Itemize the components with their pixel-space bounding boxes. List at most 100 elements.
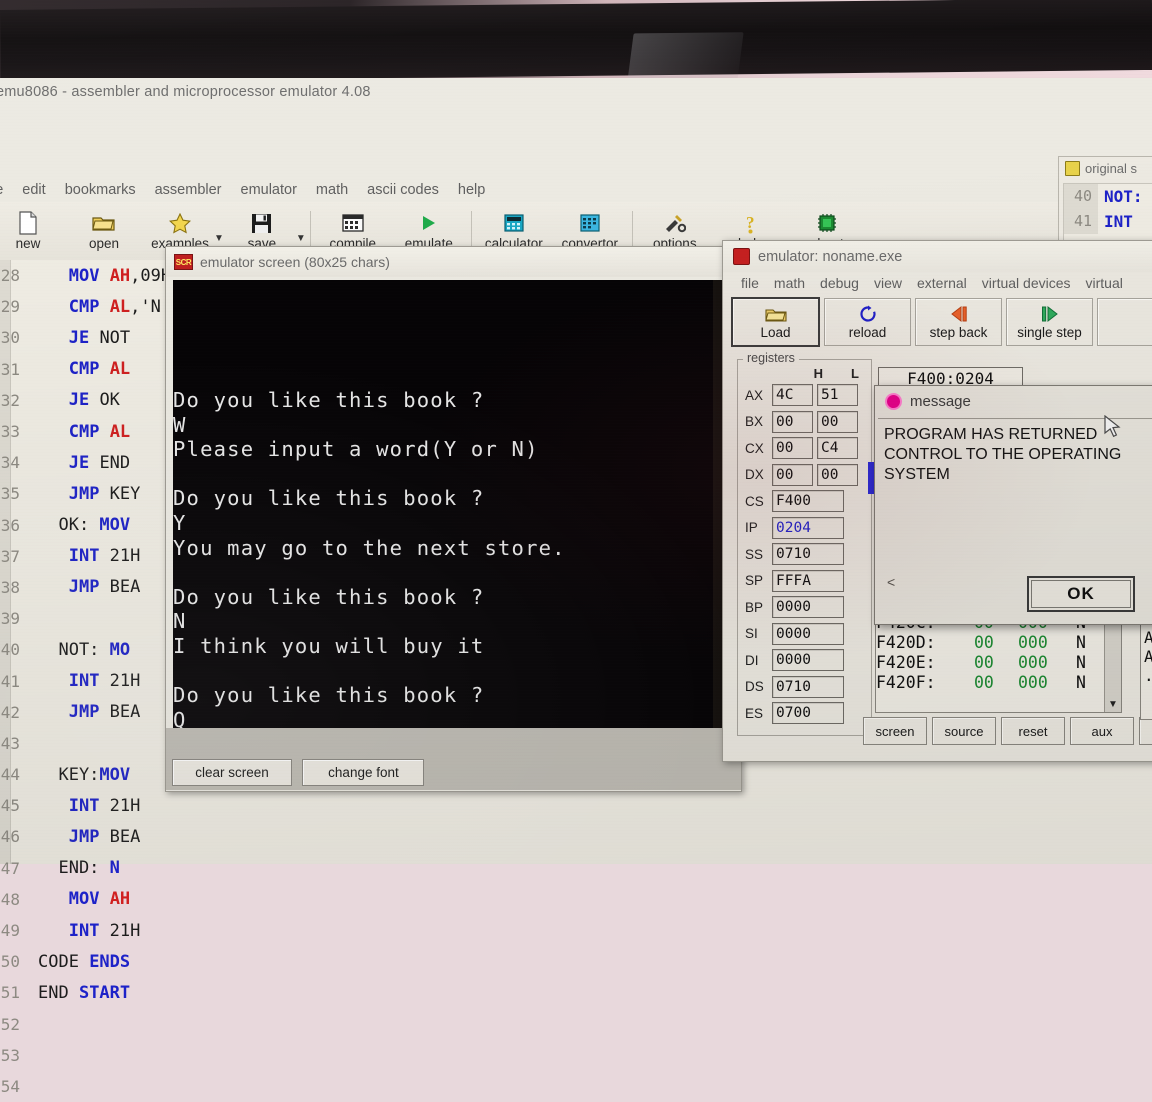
code-line[interactable]: 40 NOT: MO <box>0 634 171 665</box>
register-value-high[interactable]: 00 <box>772 463 813 486</box>
emulator-menu-math[interactable]: math <box>774 275 805 291</box>
code-line[interactable]: 51 END START <box>0 977 171 1008</box>
aux-button[interactable]: aux <box>1070 717 1134 745</box>
screen-button[interactable]: screen <box>863 717 927 745</box>
register-value[interactable]: 0710 <box>772 675 844 698</box>
code-line[interactable]: 52 <box>0 1009 171 1040</box>
menu-item-bookmarks[interactable]: bookmarks <box>65 182 136 198</box>
emulator-menu-file[interactable]: file <box>741 275 759 291</box>
scroll-down-arrow-icon[interactable]: ▼ <box>1108 699 1118 710</box>
convertor-icon <box>580 211 600 235</box>
emulator-menubar[interactable]: file math debug view external virtual de… <box>723 272 1152 293</box>
code-line[interactable]: 54 <box>0 1071 171 1102</box>
memory-list[interactable]: F420C:00000NF420D:00000NF420E:00000NF420… <box>875 611 1122 713</box>
emulator-toolbar-extra-button[interactable] <box>1097 298 1152 346</box>
register-value[interactable]: 0700 <box>772 702 844 725</box>
memory-row[interactable]: F420F: 00 000 N <box>876 672 1121 692</box>
message-dialog-scroll-mark[interactable]: < <box>887 574 895 590</box>
emulator-menu-external[interactable]: external <box>917 275 967 291</box>
line-number: 35 <box>0 484 20 504</box>
register-value[interactable]: F400 <box>772 490 844 513</box>
code-line[interactable]: 43 <box>0 728 171 759</box>
terminal-output-area[interactable]: Do you like this book ? W Please input a w… <box>173 280 713 728</box>
memory-scrollbar[interactable]: ▼ <box>1104 612 1121 712</box>
reset-button[interactable]: reset <box>1001 717 1065 745</box>
main-menubar[interactable]: le edit bookmarks assembler emulator mat… <box>0 182 485 198</box>
emulator-titlebar[interactable]: emulator: noname.exe <box>723 241 1152 272</box>
emulator-reload-button[interactable]: reload <box>824 298 911 346</box>
register-value[interactable]: 0000 <box>772 596 844 619</box>
code-line[interactable]: 47 END: N <box>0 853 171 884</box>
register-value[interactable]: FFFA <box>772 569 844 592</box>
register-value-low[interactable]: 00 <box>817 410 858 433</box>
emulator-step-back-button[interactable]: step back <box>915 298 1002 346</box>
code-line[interactable]: 50 CODE ENDS <box>0 946 171 977</box>
code-token: 21H <box>99 546 141 567</box>
original-source-line-number: 41 <box>1064 209 1098 234</box>
menu-item-emulator[interactable]: emulator <box>241 182 297 198</box>
register-value[interactable]: 0000 <box>772 649 844 672</box>
code-line[interactable]: 32 JE OK <box>0 385 171 416</box>
line-text: INT 21H <box>28 796 141 816</box>
code-line[interactable]: 53 <box>0 1040 171 1071</box>
register-value-low[interactable]: C4 <box>817 437 858 460</box>
code-line[interactable]: 36 OK: MOV <box>0 510 171 541</box>
emulator-single-step-button[interactable]: single step <box>1006 298 1093 346</box>
code-line[interactable]: 29 CMP AL,'N' <box>0 291 171 322</box>
change-font-button[interactable]: change font <box>302 759 425 786</box>
emulator-menu-debug[interactable]: debug <box>820 275 859 291</box>
toolbar-button-new[interactable]: new <box>0 204 66 258</box>
emulator-menu-virtual-devices[interactable]: virtual devices <box>982 275 1071 291</box>
code-line[interactable]: 39 <box>0 603 171 634</box>
code-line[interactable]: 42 JMP BEA <box>0 697 171 728</box>
code-line[interactable]: 30 JE NOT <box>0 322 171 353</box>
code-token: CMP <box>68 421 100 442</box>
emulator-screen-titlebar[interactable]: SCR emulator screen (80x25 chars) <box>166 247 741 277</box>
toolbar-button-open[interactable]: open <box>66 204 142 258</box>
code-line[interactable]: 48 MOV AH <box>0 884 171 915</box>
register-value-high[interactable]: 4C <box>772 384 813 407</box>
emulator-single-step-label: single step <box>1017 325 1082 340</box>
menu-item-math[interactable]: math <box>316 182 348 198</box>
register-value-high[interactable]: 00 <box>772 437 813 460</box>
register-value[interactable]: 0204 <box>772 516 844 539</box>
code-line[interactable]: 33 CMP AL <box>0 416 171 447</box>
menu-item-ascii-codes[interactable]: ascii codes <box>367 182 439 198</box>
clear-screen-button[interactable]: clear screen <box>172 759 292 786</box>
ok-button[interactable]: OK <box>1027 576 1135 612</box>
code-token: JMP <box>68 483 100 504</box>
line-number: 44 <box>0 765 20 785</box>
register-value[interactable]: 0710 <box>772 543 844 566</box>
menu-item-edit[interactable]: edit <box>22 182 45 198</box>
code-line[interactable]: 31 CMP AL <box>0 354 171 385</box>
code-line[interactable]: 49 INT 21H <box>0 915 171 946</box>
source-button[interactable]: source <box>932 717 996 745</box>
emulator-screen-window[interactable]: SCR emulator screen (80x25 chars) Do you… <box>165 246 742 792</box>
code-line[interactable]: 34 JE END <box>0 447 171 478</box>
memory-row[interactable]: F420D: 00 000 N <box>876 632 1121 652</box>
code-line[interactable]: 28 MOV AH,09H <box>0 260 171 291</box>
emulator-menu-view[interactable]: view <box>874 275 902 291</box>
register-value[interactable]: 0000 <box>772 622 844 645</box>
menu-item-assembler[interactable]: assembler <box>155 182 222 198</box>
code-line[interactable]: 46 JMP BEA <box>0 821 171 852</box>
save-dropdown-arrow[interactable]: ▼ <box>296 233 306 244</box>
code-lines-container[interactable]: 28 MOV AH,09H 29 CMP AL,'N' 30 JE NOT 31 CM… <box>0 260 171 1102</box>
examples-dropdown-arrow[interactable]: ▼ <box>214 233 224 244</box>
emulator-menu-virtual[interactable]: virtual <box>1086 275 1123 291</box>
register-value-high[interactable]: 00 <box>772 410 813 433</box>
memory-row[interactable]: F420E: 00 000 N <box>876 652 1121 672</box>
register-value-low[interactable]: 00 <box>817 463 858 486</box>
var-button[interactable]: var <box>1139 717 1152 745</box>
code-line[interactable]: 38 JMP BEA <box>0 572 171 603</box>
code-line[interactable]: 44 KEY:MOV <box>0 759 171 790</box>
code-line[interactable]: 37 INT 21H <box>0 541 171 572</box>
menu-item-help[interactable]: help <box>458 182 485 198</box>
menu-item-file[interactable]: le <box>0 182 3 198</box>
code-line[interactable]: 45 INT 21H <box>0 790 171 821</box>
register-value-low[interactable]: 51 <box>817 384 858 407</box>
emulator-load-button[interactable]: Load <box>731 297 820 347</box>
code-line[interactable]: 35 JMP KEY <box>0 478 171 509</box>
code-line[interactable]: 41 INT 21H <box>0 665 171 696</box>
open-folder-icon <box>764 304 787 324</box>
